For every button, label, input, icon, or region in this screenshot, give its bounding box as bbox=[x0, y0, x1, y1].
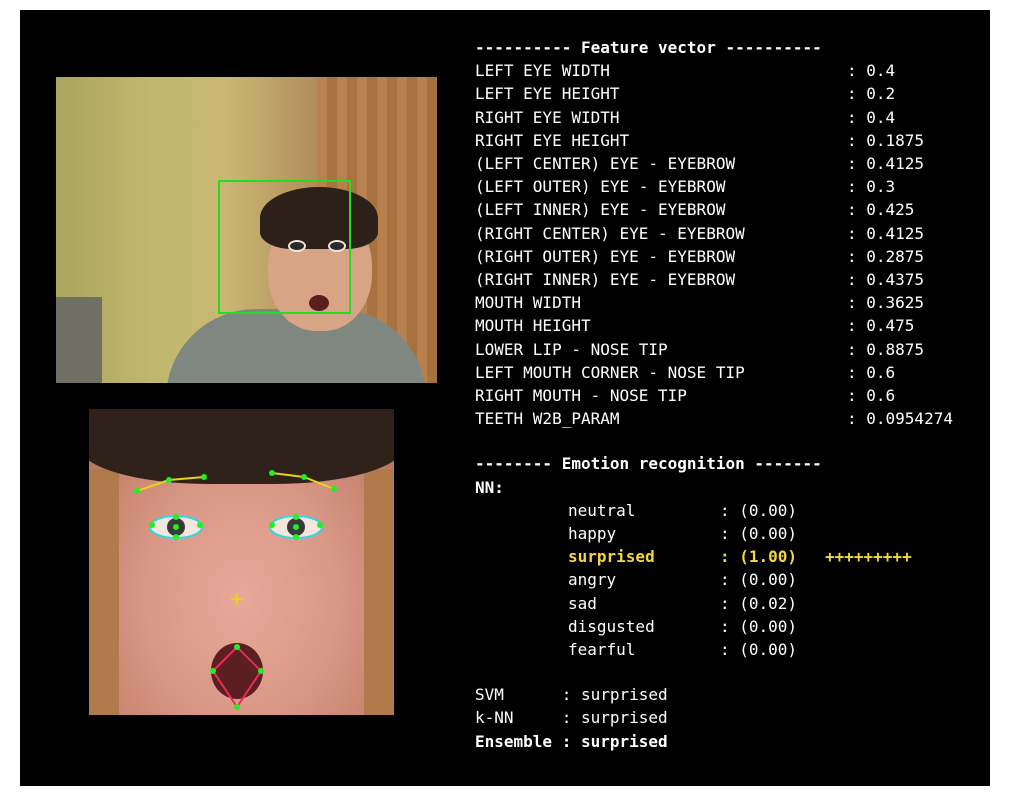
emotion-score: : (0.00) bbox=[720, 500, 798, 520]
feature-row: MOUTH HEIGHT : 0.475 bbox=[475, 314, 985, 337]
classifier-result: k-NN : surprised bbox=[475, 708, 668, 728]
feature-row: (RIGHT CENTER) EYE - EYEBROW : 0.4125 bbox=[475, 222, 985, 245]
emotion-score-bar: +++++++++ bbox=[825, 547, 912, 567]
feature-label: MOUTH HEIGHT bbox=[475, 316, 591, 336]
feature-value: : 0.4125 bbox=[847, 154, 925, 173]
feature-vector-header: ---------- Feature vector ---------- bbox=[475, 38, 822, 57]
feature-value: : 0.425 bbox=[847, 200, 915, 220]
emotion-label: surprised bbox=[568, 547, 655, 567]
feature-row: MOUTH WIDTH : 0.3625 bbox=[475, 291, 985, 314]
feature-value: : 0.475 bbox=[847, 316, 915, 336]
emotion-recognition-header: -------- Emotion recognition ------- bbox=[475, 454, 822, 474]
emotion-label: angry bbox=[568, 570, 617, 590]
feature-row: LEFT EYE WIDTH : 0.4 bbox=[475, 59, 985, 82]
feature-value: : 0.4 bbox=[847, 107, 896, 127]
feature-label: LOWER LIP - NOSE TIP bbox=[475, 339, 668, 359]
feature-row: (RIGHT OUTER) EYE - EYEBROW : 0.2875 bbox=[475, 245, 985, 268]
feature-value: : 0.2 bbox=[847, 84, 896, 104]
facial-landmarks-overlay bbox=[134, 470, 337, 710]
emotion-score: : (0.02) bbox=[720, 593, 798, 613]
feature-value: : 0.4 bbox=[847, 61, 896, 81]
feature-label: LEFT EYE HEIGHT bbox=[475, 84, 620, 104]
emotion-row: angry : (0.00) bbox=[475, 568, 985, 591]
feature-row: (RIGHT INNER) EYE - EYEBROW : 0.4375 bbox=[475, 268, 985, 291]
feature-row: RIGHT MOUTH - NOSE TIP : 0.6 bbox=[475, 384, 985, 407]
feature-row: LEFT MOUTH CORNER - NOSE TIP : 0.6 bbox=[475, 361, 985, 384]
feature-label: TEETH W2B_PARAM bbox=[475, 409, 620, 429]
emotion-row: sad : (0.02) bbox=[475, 592, 985, 615]
emotion-row: disgusted : (0.00) bbox=[475, 615, 985, 638]
feature-row: RIGHT EYE HEIGHT : 0.1875 bbox=[475, 129, 985, 152]
feature-row: TEETH W2B_PARAM : 0.0954274 bbox=[475, 407, 985, 430]
feature-row: LOWER LIP - NOSE TIP : 0.8875 bbox=[475, 338, 985, 361]
classifier-result: SVM : surprised bbox=[475, 685, 668, 705]
feature-label: (LEFT CENTER) EYE - EYEBROW bbox=[475, 154, 736, 173]
emotion-label: neutral bbox=[568, 500, 636, 520]
webcam-frame-image bbox=[56, 77, 437, 383]
emotion-score: : (0.00) bbox=[720, 524, 798, 543]
emotion-row: neutral : (0.00) bbox=[475, 499, 985, 522]
door-background bbox=[56, 297, 102, 383]
face-detection-box bbox=[218, 180, 351, 314]
emotion-score: : (1.00) bbox=[720, 547, 798, 567]
emotion-score: : (0.00) bbox=[720, 616, 798, 636]
eye-landmarks bbox=[149, 514, 323, 540]
emotion-row: happy : (0.00) bbox=[475, 522, 985, 545]
feature-row: (LEFT CENTER) EYE - EYEBROW : 0.4125 bbox=[475, 152, 985, 175]
feature-label: LEFT MOUTH CORNER - NOSE TIP bbox=[475, 362, 745, 382]
nn-label: NN: bbox=[475, 477, 504, 497]
emotion-label: fearful bbox=[568, 640, 636, 659]
emotion-score: : (0.00) bbox=[720, 640, 798, 659]
face-crop-image bbox=[89, 409, 394, 715]
feature-label: (RIGHT INNER) EYE - EYEBROW bbox=[475, 270, 736, 289]
feature-label: (LEFT INNER) EYE - EYEBROW bbox=[475, 200, 726, 220]
feature-label: (RIGHT CENTER) EYE - EYEBROW bbox=[475, 223, 745, 243]
emotion-score: : (0.00) bbox=[720, 570, 798, 590]
feature-label: RIGHT EYE HEIGHT bbox=[475, 130, 630, 150]
feature-value: : 0.4125 bbox=[847, 223, 925, 243]
feature-value: : 0.8875 bbox=[847, 339, 925, 359]
mouth bbox=[211, 643, 263, 699]
app-window: ---------- Feature vector ---------- LEFT… bbox=[20, 10, 990, 786]
emotion-label: happy bbox=[568, 524, 617, 543]
classifier-result: Ensemble : surprised bbox=[475, 731, 668, 751]
feature-value: : 0.2875 bbox=[847, 246, 925, 266]
feature-label: MOUTH WIDTH bbox=[475, 293, 581, 313]
feature-label: (RIGHT OUTER) EYE - EYEBROW bbox=[475, 246, 736, 266]
feature-row: (LEFT OUTER) EYE - EYEBROW : 0.3 bbox=[475, 175, 985, 198]
feature-label: (LEFT OUTER) EYE - EYEBROW bbox=[475, 177, 726, 197]
feature-row: (LEFT INNER) EYE - EYEBROW : 0.425 bbox=[475, 198, 985, 221]
emotion-row: surprised : (1.00) +++++++++ bbox=[475, 545, 985, 568]
feature-value: : 0.1875 bbox=[847, 130, 925, 150]
feature-label: LEFT EYE WIDTH bbox=[475, 61, 610, 81]
feature-value: : 0.6 bbox=[847, 362, 896, 382]
feature-value: : 0.0954274 bbox=[847, 409, 953, 429]
nose-tip-marker bbox=[231, 593, 243, 605]
emotion-label: disgusted bbox=[568, 616, 655, 636]
feature-label: RIGHT MOUTH - NOSE TIP bbox=[475, 386, 687, 405]
emotion-row: fearful : (0.00) bbox=[475, 638, 985, 661]
feature-row: LEFT EYE HEIGHT : 0.2 bbox=[475, 82, 985, 105]
feature-value: : 0.6 bbox=[847, 386, 896, 405]
feature-row: RIGHT EYE WIDTH : 0.4 bbox=[475, 106, 985, 129]
feature-value: : 0.3625 bbox=[847, 293, 925, 313]
feature-value: : 0.3 bbox=[847, 177, 896, 197]
feature-label: RIGHT EYE WIDTH bbox=[475, 107, 620, 127]
emotion-label: sad bbox=[568, 593, 597, 613]
feature-value: : 0.4375 bbox=[847, 270, 925, 289]
